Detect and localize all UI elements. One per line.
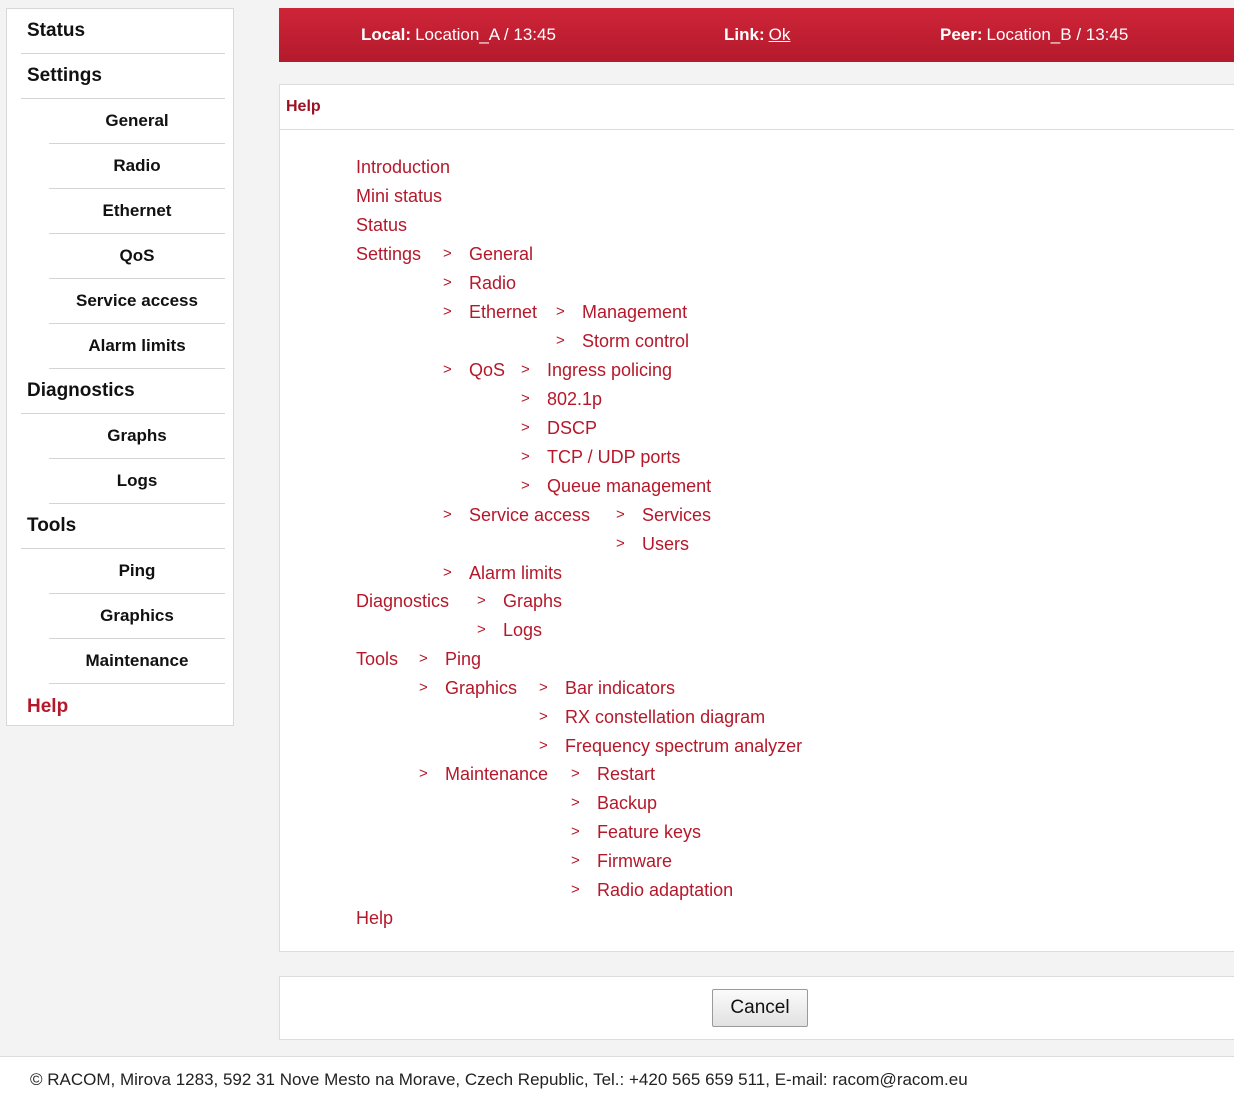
arrow-icon: > bbox=[571, 852, 580, 869]
help-link-ethernet[interactable]: Ethernet bbox=[469, 301, 537, 323]
arrow-icon: > bbox=[443, 361, 452, 378]
peer-status: Peer: Location_B / 13:45 bbox=[940, 8, 1128, 62]
help-link-ping[interactable]: Ping bbox=[445, 648, 481, 670]
arrow-icon: > bbox=[616, 535, 625, 552]
help-link-bar-indicators[interactable]: Bar indicators bbox=[565, 677, 675, 699]
peer-label: Peer: bbox=[940, 25, 983, 44]
arrow-icon: > bbox=[477, 592, 486, 609]
help-link-logs[interactable]: Logs bbox=[503, 619, 542, 641]
help-link-general[interactable]: General bbox=[469, 243, 533, 265]
sidebar-item-diagnostics[interactable]: Diagnostics bbox=[21, 369, 225, 414]
link-label: Link: bbox=[724, 25, 765, 44]
sidebar-item-logs[interactable]: Logs bbox=[49, 459, 225, 504]
arrow-icon: > bbox=[571, 765, 580, 782]
footer: © RACOM, Mirova 1283, 592 31 Nove Mesto … bbox=[0, 1056, 1234, 1102]
sidebar-item-tools[interactable]: Tools bbox=[21, 504, 225, 549]
sidebar-item-status[interactable]: Status bbox=[21, 9, 225, 54]
sidebar-item-radio[interactable]: Radio bbox=[49, 144, 225, 189]
help-link-diagnostics[interactable]: Diagnostics bbox=[356, 590, 449, 612]
help-link-alarm-limits[interactable]: Alarm limits bbox=[469, 562, 562, 584]
button-panel: Cancel bbox=[279, 976, 1234, 1040]
help-link-firmware[interactable]: Firmware bbox=[597, 850, 672, 872]
arrow-icon: > bbox=[419, 650, 428, 667]
arrow-icon: > bbox=[521, 390, 530, 407]
help-title: Help bbox=[280, 85, 1234, 130]
link-status: Link: Ok bbox=[724, 8, 790, 62]
help-link-8021p[interactable]: 802.1p bbox=[547, 388, 602, 410]
help-link-tcp-udp-ports[interactable]: TCP / UDP ports bbox=[547, 446, 680, 468]
sidebar-item-service-access[interactable]: Service access bbox=[49, 279, 225, 324]
link-value-link[interactable]: Ok bbox=[769, 25, 791, 45]
help-link-qos[interactable]: QoS bbox=[469, 359, 505, 381]
sidebar-item-settings[interactable]: Settings bbox=[21, 54, 225, 99]
arrow-icon: > bbox=[419, 679, 428, 696]
help-link-management[interactable]: Management bbox=[582, 301, 687, 323]
sidebar-item-ethernet[interactable]: Ethernet bbox=[49, 189, 225, 234]
arrow-icon: > bbox=[521, 419, 530, 436]
help-link-graphics[interactable]: Graphics bbox=[445, 677, 517, 699]
help-link-dscp[interactable]: DSCP bbox=[547, 417, 597, 439]
help-link-feature-keys[interactable]: Feature keys bbox=[597, 821, 701, 843]
sidebar-menu: Status Settings General Radio Ethernet Q… bbox=[6, 8, 234, 726]
help-link-introduction[interactable]: Introduction bbox=[356, 156, 450, 178]
arrow-icon: > bbox=[571, 823, 580, 840]
local-status: Local: Location_A / 13:45 bbox=[361, 8, 556, 62]
help-link-rx-constellation[interactable]: RX constellation diagram bbox=[565, 706, 765, 728]
arrow-icon: > bbox=[443, 564, 452, 581]
arrow-icon: > bbox=[556, 303, 565, 320]
sidebar-item-maintenance[interactable]: Maintenance bbox=[49, 639, 225, 684]
sidebar-item-graphs[interactable]: Graphs bbox=[49, 414, 225, 459]
help-link-storm-control[interactable]: Storm control bbox=[582, 330, 689, 352]
arrow-icon: > bbox=[443, 303, 452, 320]
sidebar-item-general[interactable]: General bbox=[49, 99, 225, 144]
help-link-radio-adaptation[interactable]: Radio adaptation bbox=[597, 879, 733, 901]
local-label: Local: bbox=[361, 25, 412, 44]
help-link-radio[interactable]: Radio bbox=[469, 272, 516, 294]
help-link-users[interactable]: Users bbox=[642, 533, 689, 555]
footer-text: © RACOM, Mirova 1283, 592 31 Nove Mesto … bbox=[30, 1069, 968, 1089]
arrow-icon: > bbox=[616, 506, 625, 523]
help-link-service-access[interactable]: Service access bbox=[469, 504, 590, 526]
arrow-icon: > bbox=[477, 621, 486, 638]
arrow-icon: > bbox=[539, 679, 548, 696]
help-link-tools[interactable]: Tools bbox=[356, 648, 398, 670]
help-link-graphs[interactable]: Graphs bbox=[503, 590, 562, 612]
status-header-bar: Local: Location_A / 13:45 Link: Ok Peer:… bbox=[279, 8, 1234, 62]
arrow-icon: > bbox=[539, 737, 548, 754]
help-link-help[interactable]: Help bbox=[356, 907, 393, 929]
help-link-mini-status[interactable]: Mini status bbox=[356, 185, 442, 207]
sidebar-item-qos[interactable]: QoS bbox=[49, 234, 225, 279]
help-panel: Help Introduction Mini status Status Set… bbox=[279, 84, 1234, 952]
arrow-icon: > bbox=[539, 708, 548, 725]
arrow-icon: > bbox=[443, 506, 452, 523]
arrow-icon: > bbox=[419, 765, 428, 782]
local-value: Location_A / 13:45 bbox=[415, 25, 556, 44]
sidebar-item-graphics[interactable]: Graphics bbox=[49, 594, 225, 639]
sidebar-item-help[interactable]: Help bbox=[21, 684, 225, 729]
sidebar-item-ping[interactable]: Ping bbox=[49, 549, 225, 594]
arrow-icon: > bbox=[556, 332, 565, 349]
help-link-status[interactable]: Status bbox=[356, 214, 407, 236]
help-link-settings[interactable]: Settings bbox=[356, 243, 421, 265]
arrow-icon: > bbox=[571, 881, 580, 898]
help-link-ingress-policing[interactable]: Ingress policing bbox=[547, 359, 672, 381]
sidebar-item-alarm-limits[interactable]: Alarm limits bbox=[49, 324, 225, 369]
help-link-spectrum-analyzer[interactable]: Frequency spectrum analyzer bbox=[565, 735, 802, 757]
help-link-maintenance[interactable]: Maintenance bbox=[445, 763, 548, 785]
help-link-backup[interactable]: Backup bbox=[597, 792, 657, 814]
arrow-icon: > bbox=[521, 477, 530, 494]
peer-value: Location_B / 13:45 bbox=[986, 25, 1129, 44]
arrow-icon: > bbox=[443, 245, 452, 262]
arrow-icon: > bbox=[443, 274, 452, 291]
help-link-services[interactable]: Services bbox=[642, 504, 711, 526]
help-link-restart[interactable]: Restart bbox=[597, 763, 655, 785]
arrow-icon: > bbox=[521, 448, 530, 465]
arrow-icon: > bbox=[571, 794, 580, 811]
arrow-icon: > bbox=[521, 361, 530, 378]
cancel-button[interactable]: Cancel bbox=[712, 989, 808, 1027]
help-link-queue-management[interactable]: Queue management bbox=[547, 475, 711, 497]
